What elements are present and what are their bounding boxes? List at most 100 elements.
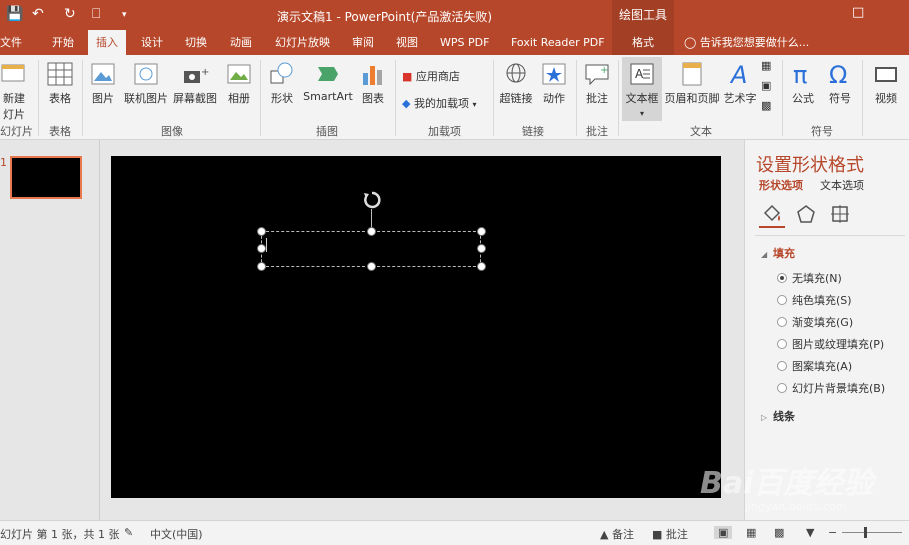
tab-animations[interactable]: 动画 (230, 30, 252, 55)
reading-view-icon[interactable]: ▩ (774, 526, 784, 539)
fill-option-pattern[interactable]: 图案填充(A) (777, 358, 852, 374)
tab-review[interactable]: 审阅 (352, 30, 374, 55)
language-status[interactable]: 中文(中国) (150, 526, 203, 542)
title-bar: 💾 ↶ ↻ ⎕ ▾ 演示文稿1 - PowerPoint(产品激活失败) 绘图工… (0, 0, 909, 30)
customize-qat-icon[interactable]: ▾ (122, 10, 127, 20)
shapes-icon (270, 62, 293, 84)
chevron-right-icon: ▷ (761, 413, 768, 422)
tab-transitions[interactable]: 切换 (185, 30, 207, 55)
resize-handle[interactable] (257, 227, 266, 236)
present-icon[interactable]: ⎕ (92, 6, 100, 22)
tab-insert[interactable]: 插入 (88, 30, 126, 55)
album-button[interactable]: 相册 (222, 61, 256, 106)
fill-option-solid[interactable]: 纯色填充(S) (777, 292, 852, 308)
tab-wps-pdf[interactable]: WPS PDF (440, 30, 489, 55)
picture-button[interactable]: 图片 (88, 61, 118, 106)
hyperlink-label: 超链接 (499, 92, 533, 105)
tab-view[interactable]: 视图 (396, 30, 418, 55)
picture-label: 图片 (92, 92, 114, 105)
svg-text:+: + (600, 65, 608, 76)
screenshot-button[interactable]: + 屏幕截图 (172, 61, 218, 106)
chevron-down-icon: ▾ (472, 100, 477, 109)
undo-icon[interactable]: ↶ (32, 6, 44, 22)
comment-button[interactable]: + 批注 (582, 61, 612, 106)
camera-icon: + (184, 67, 209, 83)
wordart-label: 艺术字 (723, 92, 757, 105)
wordart-button[interactable]: A 艺术字 (722, 61, 758, 106)
equation-button[interactable]: π 公式 (788, 61, 818, 106)
my-addins-button[interactable]: ◆ 我的加载项 ▾ (402, 95, 476, 111)
divider (395, 60, 396, 136)
resize-handle[interactable] (257, 244, 266, 253)
watermark-logo: Bai百度经验 (700, 466, 874, 501)
resize-handle[interactable] (367, 262, 376, 271)
group-illustrations: 插图 (316, 125, 338, 138)
slide-canvas[interactable] (111, 156, 721, 498)
app-store-button[interactable]: ■ 应用商店 (402, 68, 460, 84)
tab-home[interactable]: 开始 (52, 30, 74, 55)
pane-title: 设置形状格式 (756, 155, 864, 176)
spellcheck-icon[interactable]: ✎ (124, 526, 133, 539)
hyperlink-button[interactable]: 超链接 (497, 61, 535, 106)
new-slide-button[interactable]: 新建 灯片 (0, 61, 28, 122)
tab-shape-options[interactable]: 形状选项 (759, 177, 803, 193)
radio-icon (777, 339, 787, 349)
addins-icon: ◆ (402, 97, 411, 110)
size-properties-icon[interactable] (829, 203, 851, 225)
date-time-icon[interactable]: ▦ (761, 59, 771, 72)
shapes-button[interactable]: 形状 (266, 61, 298, 106)
online-picture-button[interactable]: 联机图片 (122, 61, 170, 106)
video-button[interactable]: 视频 (870, 61, 902, 106)
ribbon-display-icon[interactable]: □ (852, 5, 864, 20)
tab-format[interactable]: 格式 (612, 30, 674, 55)
divider (755, 235, 905, 236)
chart-button[interactable]: 图表 (358, 61, 388, 106)
textbox-button[interactable]: A 文本框 ▾ (622, 57, 662, 121)
resize-handle[interactable] (477, 262, 486, 271)
header-footer-button[interactable]: 页眉和页脚 (664, 61, 720, 106)
fill-line-icon[interactable] (761, 203, 783, 225)
fill-option-background[interactable]: 幻灯片背景填充(B) (777, 380, 885, 396)
slide-sorter-icon[interactable]: ▦ (746, 526, 756, 539)
slide-number-icon[interactable]: ▣ (761, 79, 771, 92)
rotate-handle-icon[interactable] (363, 191, 381, 209)
resize-handle[interactable] (477, 244, 486, 253)
object-icon[interactable]: ▩ (761, 99, 771, 112)
tell-me-search[interactable]: ◯ 告诉我您想要做什么... (684, 30, 809, 55)
table-button[interactable]: 表格 (44, 61, 76, 106)
save-icon[interactable]: 💾 (6, 6, 23, 22)
fill-option-none[interactable]: 无填充(N) (777, 270, 842, 286)
comments-button[interactable]: ■ 批注 (652, 526, 688, 542)
tab-slideshow[interactable]: 幻灯片放映 (275, 30, 330, 55)
resize-handle[interactable] (367, 227, 376, 236)
resize-handle[interactable] (257, 262, 266, 271)
symbol-button[interactable]: Ω 符号 (824, 61, 856, 106)
section-fill-header[interactable]: ◢ 填充 (761, 245, 795, 261)
slideshow-view-icon[interactable]: ▼ (806, 526, 814, 539)
tab-text-options[interactable]: 文本选项 (820, 177, 864, 193)
effects-icon[interactable] (795, 203, 817, 225)
notes-button[interactable]: ▲ 备注 (600, 526, 634, 542)
smartart-button[interactable]: SmartArt (302, 61, 354, 103)
zoom-out-icon[interactable]: − (828, 526, 837, 539)
tab-design[interactable]: 设计 (141, 30, 163, 55)
zoom-slider[interactable] (842, 527, 902, 538)
picture-icon (91, 63, 115, 85)
redo-icon[interactable]: ↻ (64, 6, 76, 22)
fill-option-gradient[interactable]: 渐变填充(G) (777, 314, 853, 330)
thumbnail-pane: 1 (0, 140, 100, 520)
header-footer-label: 页眉和页脚 (664, 92, 720, 105)
tab-foxit-pdf[interactable]: Foxit Reader PDF (511, 30, 605, 55)
album-icon (227, 64, 251, 84)
fill-option-picture[interactable]: 图片或纹理填充(P) (777, 336, 884, 352)
radio-selected-icon (777, 273, 787, 283)
tab-file[interactable]: 文件 (0, 30, 22, 55)
slide-thumbnail[interactable] (10, 156, 82, 199)
status-bar: 幻灯片 第 1 张，共 1 张 ✎ 中文(中国) ▲ 备注 ■ 批注 ▣ ▦ ▩… (0, 520, 909, 545)
resize-handle[interactable] (477, 227, 486, 236)
comments-icon: ■ (652, 528, 663, 541)
section-line-header[interactable]: ▷ 线条 (761, 408, 795, 424)
zoom-slider-knob[interactable] (864, 527, 867, 538)
action-button[interactable]: 动作 (539, 61, 569, 106)
normal-view-icon[interactable]: ▣ (714, 526, 733, 539)
